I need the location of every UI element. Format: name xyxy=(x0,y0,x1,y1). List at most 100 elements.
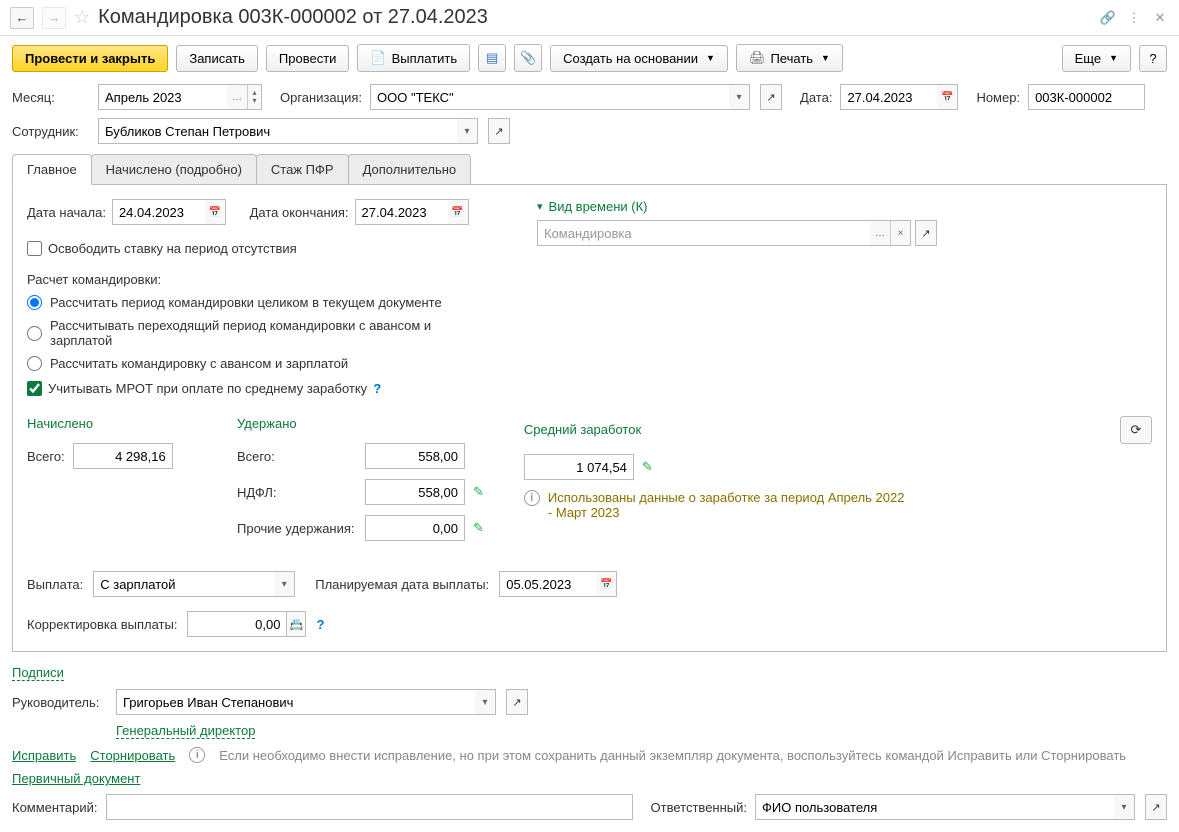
calc-radio-2[interactable] xyxy=(27,326,42,341)
post-button[interactable]: Провести xyxy=(266,45,350,72)
number-label: Номер: xyxy=(976,90,1020,105)
time-type-clear[interactable]: × xyxy=(890,221,910,245)
resp-group[interactable]: ▾ xyxy=(755,794,1135,820)
refresh-button[interactable]: ⟳ xyxy=(1120,416,1152,444)
end-date-input[interactable] xyxy=(356,200,448,224)
fix-link[interactable]: Исправить xyxy=(12,748,76,763)
avg-input[interactable] xyxy=(524,454,634,480)
org-label: Организация: xyxy=(280,90,362,105)
employee-input-group[interactable]: ▾ xyxy=(98,118,478,144)
corr-calc-button[interactable]: 📇 xyxy=(286,611,306,637)
pay-button[interactable]: 📄Выплатить xyxy=(357,44,470,72)
storno-link[interactable]: Сторнировать xyxy=(90,748,175,763)
month-ellipsis-button[interactable]: … xyxy=(227,85,247,109)
comment-input[interactable] xyxy=(107,795,632,819)
tab-main[interactable]: Главное xyxy=(12,154,92,185)
release-rate-checkbox[interactable] xyxy=(27,241,42,256)
corr-help-icon[interactable]: ? xyxy=(316,617,324,632)
date-calendar-button[interactable]: 📅 xyxy=(937,85,957,109)
document-icon-button[interactable]: ▤ xyxy=(478,44,506,72)
time-type-ellipsis[interactable]: … xyxy=(870,221,890,245)
tab-extra[interactable]: Дополнительно xyxy=(348,154,472,185)
tab-accrued[interactable]: Начислено (подробно) xyxy=(91,154,257,185)
ndfl-edit-icon[interactable]: ✎ xyxy=(473,484,484,500)
accrued-header: Начислено xyxy=(27,416,197,431)
time-type-group[interactable]: … × xyxy=(537,220,911,246)
org-input-group[interactable]: ▾ xyxy=(370,84,750,110)
month-input-group[interactable]: … ▴▾ xyxy=(98,84,262,110)
manager-dropdown[interactable]: ▾ xyxy=(475,690,495,714)
nav-back-button[interactable]: ← xyxy=(10,7,34,29)
end-date-label: Дата окончания: xyxy=(250,205,349,220)
ndfl-input[interactable] xyxy=(365,479,465,505)
start-date-calendar[interactable]: 📅 xyxy=(205,200,225,224)
avg-edit-icon[interactable]: ✎ xyxy=(642,459,653,475)
resp-input[interactable] xyxy=(756,795,1114,819)
manager-input[interactable] xyxy=(117,690,475,714)
tabs-bar: Главное Начислено (подробно) Стаж ПФР До… xyxy=(0,154,1179,185)
link-icon[interactable]: 🔗 xyxy=(1099,9,1117,27)
nav-forward-button[interactable]: → xyxy=(42,7,66,29)
payout-group[interactable]: ▾ xyxy=(93,571,295,597)
number-input[interactable] xyxy=(1029,85,1144,109)
start-date-label: Дата начала: xyxy=(27,205,106,220)
end-date-calendar[interactable]: 📅 xyxy=(448,200,468,224)
withheld-total-label: Всего: xyxy=(237,449,357,464)
post-and-close-button[interactable]: Провести и закрыть xyxy=(12,45,168,72)
date-input[interactable] xyxy=(841,85,937,109)
mrot-help-icon[interactable]: ? xyxy=(373,381,381,396)
org-open-button[interactable]: ↗ xyxy=(760,84,782,110)
plan-date-input[interactable] xyxy=(500,572,596,596)
comment-label: Комментарий: xyxy=(12,800,98,815)
favorite-icon[interactable]: ☆ xyxy=(74,7,90,28)
accrued-total-input[interactable] xyxy=(73,443,173,469)
corr-input[interactable] xyxy=(187,611,287,637)
resp-dropdown[interactable]: ▾ xyxy=(1114,795,1134,819)
comment-group[interactable] xyxy=(106,794,633,820)
resp-label: Ответственный: xyxy=(651,800,747,815)
attachment-icon-button[interactable]: 📎 xyxy=(514,44,542,72)
org-input[interactable] xyxy=(371,85,729,109)
plan-date-group[interactable]: 📅 xyxy=(499,571,617,597)
more-button[interactable]: Еще▼ xyxy=(1062,45,1131,72)
calc-radio-1[interactable] xyxy=(27,295,42,310)
end-date-group[interactable]: 📅 xyxy=(355,199,469,225)
time-type-header[interactable]: Вид времени (К) xyxy=(549,199,648,214)
start-date-group[interactable]: 📅 xyxy=(112,199,226,225)
mrot-checkbox[interactable] xyxy=(27,381,42,396)
org-dropdown-button[interactable]: ▾ xyxy=(729,85,749,109)
calc-radio-1-label: Рассчитать период командировки целиком в… xyxy=(50,295,442,310)
other-edit-icon[interactable]: ✎ xyxy=(473,520,484,536)
calc-radio-3[interactable] xyxy=(27,356,42,371)
withheld-total-input[interactable] xyxy=(365,443,465,469)
tab-pfr[interactable]: Стаж ПФР xyxy=(256,154,349,185)
time-type-input[interactable] xyxy=(538,221,870,245)
manager-group[interactable]: ▾ xyxy=(116,689,496,715)
primary-doc-link[interactable]: Первичный документ xyxy=(12,771,140,786)
resp-open[interactable]: ↗ xyxy=(1145,794,1167,820)
start-date-input[interactable] xyxy=(113,200,205,224)
signatures-link[interactable]: Подписи xyxy=(12,665,64,681)
close-icon[interactable]: ✕ xyxy=(1151,9,1169,27)
time-type-open[interactable]: ↗ xyxy=(915,220,937,246)
employee-open-button[interactable]: ↗ xyxy=(488,118,510,144)
create-based-button[interactable]: Создать на основании▼ xyxy=(550,45,728,72)
time-type-chevron-icon[interactable]: ▾ xyxy=(537,200,543,213)
calc-radio-3-label: Рассчитать командировку с авансом и зарп… xyxy=(50,356,348,371)
date-input-group[interactable]: 📅 xyxy=(840,84,958,110)
manager-title-link[interactable]: Генеральный директор xyxy=(116,723,255,739)
save-button[interactable]: Записать xyxy=(176,45,258,72)
other-withheld-input[interactable] xyxy=(365,515,465,541)
month-spinner-button[interactable]: ▴▾ xyxy=(247,85,261,109)
month-input[interactable] xyxy=(99,85,227,109)
employee-input[interactable] xyxy=(99,119,457,143)
help-button[interactable]: ? xyxy=(1139,45,1167,72)
payout-dropdown[interactable]: ▾ xyxy=(274,572,294,596)
payout-input[interactable] xyxy=(94,572,274,596)
manager-open[interactable]: ↗ xyxy=(506,689,528,715)
print-button[interactable]: 🖨Печать▼ xyxy=(736,44,843,72)
employee-dropdown-button[interactable]: ▾ xyxy=(457,119,477,143)
release-rate-label: Освободить ставку на период отсутствия xyxy=(48,241,297,256)
plan-date-calendar[interactable]: 📅 xyxy=(596,572,616,596)
menu-icon[interactable]: ⋮ xyxy=(1125,9,1143,27)
